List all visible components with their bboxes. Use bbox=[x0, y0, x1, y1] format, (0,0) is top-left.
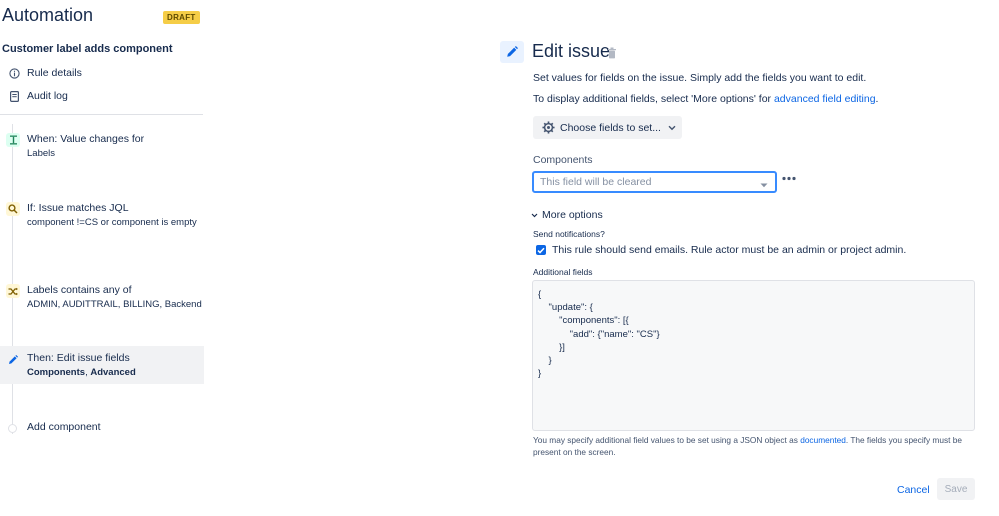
document-icon bbox=[8, 90, 20, 102]
branch-icon bbox=[6, 284, 20, 298]
save-button[interactable]: Save bbox=[937, 478, 975, 500]
nav-audit-log[interactable]: Audit log bbox=[8, 90, 68, 102]
more-actions-icon[interactable] bbox=[782, 176, 796, 181]
step-title: If: Issue matches JQL bbox=[27, 202, 129, 214]
edit-issue-icon bbox=[500, 41, 524, 63]
draft-badge: DRAFT bbox=[163, 11, 200, 24]
gear-icon bbox=[542, 121, 555, 134]
divider bbox=[0, 114, 203, 115]
nav-rule-details-label: Rule details bbox=[27, 67, 82, 79]
additional-fields-label: Additional fields bbox=[533, 267, 593, 277]
chevron-down-icon bbox=[668, 125, 676, 131]
check-icon bbox=[537, 247, 545, 254]
description-suffix: . bbox=[875, 93, 879, 105]
additional-fields-help: You may specify additional field values … bbox=[533, 434, 973, 458]
trash-icon[interactable] bbox=[607, 47, 617, 59]
help-text: You may specify additional field values … bbox=[533, 435, 801, 445]
additional-fields-json-editor[interactable]: { "update": { "components": [{ "add": {"… bbox=[532, 280, 975, 431]
step-title: When: Value changes for bbox=[27, 133, 145, 145]
info-icon bbox=[8, 67, 20, 79]
step-subtitle-separator: , bbox=[85, 367, 88, 378]
step-subtitle: ADMIN, AUDITTRAIL, BILLING, Backend bbox=[27, 299, 202, 310]
step-title: Labels contains any of bbox=[27, 284, 132, 296]
nav-rule-details[interactable]: Rule details bbox=[8, 67, 82, 79]
step-subtitle-advanced: Advanced bbox=[90, 367, 136, 378]
trigger-icon bbox=[6, 133, 20, 147]
step-subtitle: Components, Advanced bbox=[27, 366, 204, 380]
components-label: Components bbox=[533, 154, 593, 166]
step-then-action[interactable]: Then: Edit issue fields Components, Adva… bbox=[0, 346, 204, 384]
dropdown-caret-icon bbox=[760, 179, 768, 191]
step-title: Then: Edit issue fields bbox=[27, 352, 130, 364]
panel-title: Edit issue bbox=[532, 41, 611, 61]
description-text: To display additional fields, select 'Mo… bbox=[533, 93, 774, 105]
more-options-label: More options bbox=[542, 209, 603, 221]
search-icon bbox=[6, 202, 20, 216]
step-subtitle: Labels bbox=[27, 148, 55, 159]
send-emails-checkbox[interactable] bbox=[536, 245, 546, 255]
cancel-button[interactable]: Cancel bbox=[893, 481, 934, 499]
more-options-toggle[interactable]: More options bbox=[531, 209, 603, 221]
send-notifications-label: Send notifications? bbox=[533, 229, 605, 239]
step-when-trigger[interactable]: When: Value changes for Labels bbox=[0, 126, 204, 167]
add-component-button[interactable]: Add component bbox=[27, 421, 101, 433]
app-title: Automation bbox=[2, 5, 94, 25]
rule-name: Customer label adds component bbox=[2, 43, 173, 55]
step-subtitle: component !=CS or component is empty bbox=[27, 217, 197, 228]
add-component-dot bbox=[8, 424, 17, 433]
send-emails-label: This rule should send emails. Rule actor… bbox=[552, 244, 907, 256]
components-placeholder: This field will be cleared bbox=[540, 176, 652, 188]
choose-fields-button[interactable]: Choose fields to set... bbox=[533, 116, 682, 139]
pencil-icon bbox=[6, 353, 20, 367]
chevron-down-icon bbox=[531, 213, 538, 218]
components-select[interactable]: This field will be cleared bbox=[532, 171, 777, 193]
advanced-field-editing-link[interactable]: advanced field editing bbox=[774, 93, 876, 105]
step-labels-condition[interactable]: Labels contains any of ADMIN, AUDITTRAIL… bbox=[0, 277, 204, 318]
step-subtitle-components: Components bbox=[27, 367, 86, 378]
choose-fields-label: Choose fields to set... bbox=[560, 121, 661, 134]
documented-link[interactable]: documented bbox=[800, 435, 846, 445]
description-line-2: To display additional fields, select 'Mo… bbox=[533, 93, 878, 105]
nav-audit-log-label: Audit log bbox=[27, 90, 68, 102]
step-if-condition[interactable]: If: Issue matches JQL component !=CS or … bbox=[0, 195, 204, 236]
description-line-1: Set values for fields on the issue. Simp… bbox=[533, 72, 867, 84]
